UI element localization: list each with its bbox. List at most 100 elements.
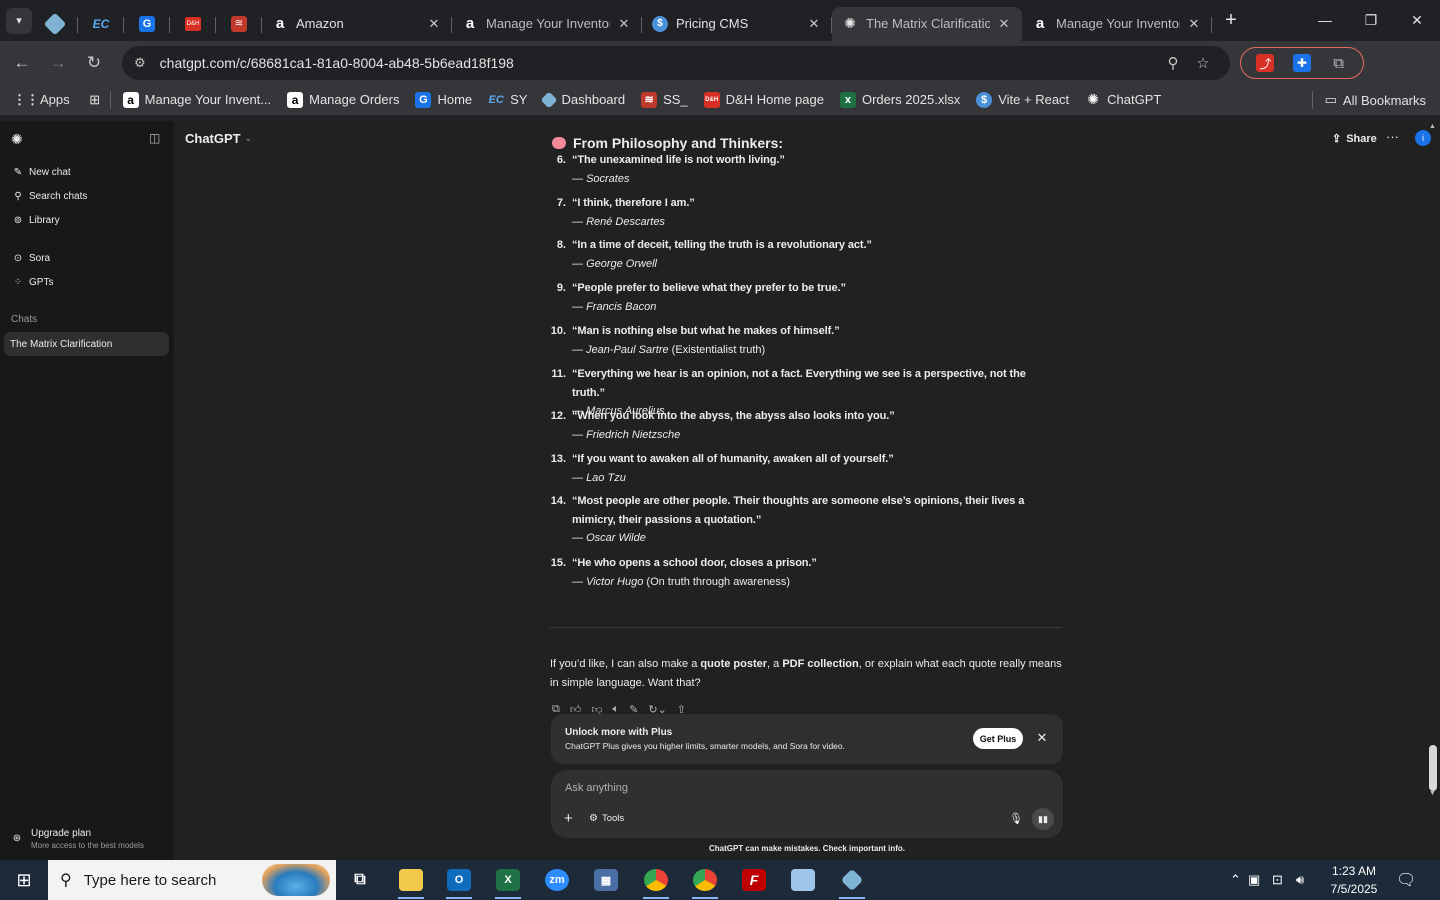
close-tab-icon[interactable]: ✕: [806, 16, 822, 32]
back-icon[interactable]: ←: [4, 47, 40, 79]
tab-groups-icon[interactable]: ⊞: [86, 92, 104, 108]
taskbar-chrome[interactable]: [633, 860, 679, 900]
scroll-down-arrow-icon[interactable]: ▼: [1429, 790, 1436, 797]
chatgpt-logo-icon[interactable]: ✺: [11, 131, 23, 148]
bookmark-vite-react[interactable]: $ Vite + React: [976, 91, 1069, 108]
taskbar-zoom[interactable]: zm: [534, 860, 580, 900]
bookmark-dh-home[interactable]: D&H D&H Home page: [703, 91, 824, 108]
close-tab-icon[interactable]: ✕: [426, 16, 442, 32]
pinned-tab-5[interactable]: ≋: [216, 7, 262, 41]
close-sidebar-icon[interactable]: ◫: [149, 131, 160, 145]
reload-icon[interactable]: ↻: [76, 47, 112, 79]
pinned-tab-3[interactable]: G: [124, 7, 170, 41]
quote-author-line: — Jean-Paul Sartre (Existentialist truth…: [572, 343, 766, 356]
taskbar-filezilla[interactable]: F: [731, 860, 777, 900]
taskbar-outlook[interactable]: O: [436, 860, 482, 900]
quote-text: “I think, therefore I am.”: [572, 197, 695, 209]
bookmark-apps[interactable]: ⋮⋮ Apps: [13, 91, 70, 108]
bookmark-chatgpt[interactable]: ✺ ChatGPT: [1085, 91, 1161, 108]
close-tab-icon[interactable]: ✕: [1186, 16, 1202, 32]
restore-icon[interactable]: ❐: [1348, 0, 1394, 40]
prompt-input[interactable]: Ask anything: [565, 782, 628, 794]
tab-pricing-cms[interactable]: $ Pricing CMS ✕: [642, 7, 832, 41]
tab-manage-inventory[interactable]: a Manage Your Inventor ✕: [452, 7, 642, 41]
microphone-icon[interactable]: 🎙︎: [1009, 812, 1023, 825]
close-tab-icon[interactable]: ✕: [996, 16, 1012, 32]
sidebar-item-sora[interactable]: ⊙ Sora: [12, 252, 50, 264]
close-tab-icon[interactable]: ✕: [616, 16, 632, 32]
url-text[interactable]: chatgpt.com/c/68681ca1-81a0-8004-ab48-5b…: [160, 55, 1158, 71]
chatgpt-icon: ✺: [1087, 91, 1100, 107]
chatgpt-app: ✺ ◫ ✎ New chat ⚲ Search chats ⊚ Library …: [0, 121, 1440, 860]
pdf-extension-icon[interactable]: ⤴: [1256, 54, 1275, 72]
close-icon[interactable]: ✕: [1035, 729, 1049, 747]
site-info-icon[interactable]: ⚙: [134, 55, 146, 71]
volume-icon[interactable]: 🔊︎: [1296, 872, 1318, 888]
model-selector[interactable]: ChatGPT ⌄: [185, 131, 252, 146]
tab-matrix-clarification[interactable]: ✺ The Matrix Clarificatio ✕: [832, 6, 1022, 41]
taskbar-excel[interactable]: X: [485, 860, 531, 900]
notification-center-icon[interactable]: 🗨︎: [1396, 870, 1416, 890]
windows-start-icon[interactable]: ⊞: [0, 860, 48, 900]
forward-icon[interactable]: →: [40, 47, 76, 79]
get-plus-button[interactable]: Get Plus: [973, 728, 1023, 749]
close-window-icon[interactable]: ✕: [1394, 0, 1440, 40]
bookmark-manage-orders[interactable]: a Manage Orders: [287, 91, 399, 108]
user-avatar[interactable]: i: [1415, 130, 1431, 146]
more-options-icon[interactable]: ···: [1386, 129, 1399, 144]
chrome-icon: [693, 869, 717, 891]
taskbar-search[interactable]: ⚲ Type here to search: [48, 860, 336, 900]
bookmark-dashboard[interactable]: Dashboard: [540, 91, 625, 108]
zoom-icon[interactable]: ⚲: [1158, 54, 1188, 72]
puzzle-ext-icon[interactable]: ✚: [1292, 54, 1311, 72]
apps-grid-icon: ⋮⋮: [13, 91, 39, 107]
taskbar-notepad[interactable]: [780, 860, 826, 900]
add-attachment-icon[interactable]: +: [564, 810, 573, 827]
taskbar-calculator[interactable]: ▦: [583, 860, 629, 900]
bookmark-home[interactable]: G Home: [415, 91, 472, 108]
taskbar-clock[interactable]: 1:23 AM 7/5/2025: [1322, 862, 1386, 898]
tab-search-dropdown[interactable]: ▾: [6, 7, 32, 34]
address-bar[interactable]: ⚙ chatgpt.com/c/68681ca1-81a0-8004-ab48-…: [122, 46, 1230, 80]
chat-item-matrix-clarification[interactable]: The Matrix Clarification: [4, 332, 169, 356]
network-alert-icon[interactable]: ▣: [1248, 872, 1272, 888]
section-heading: From Philosophy and Thinkers:: [552, 135, 1062, 151]
voice-mode-icon[interactable]: ▮▮: [1032, 808, 1054, 830]
amazon-icon: a: [122, 91, 139, 108]
new-tab-button[interactable]: +: [1216, 9, 1246, 32]
sidebar-item-search-chats[interactable]: ⚲ Search chats: [12, 190, 87, 202]
bookmark-ss[interactable]: ≋ SS_: [641, 91, 688, 108]
network-icon[interactable]: ⊡: [1272, 872, 1296, 888]
taskbar-app-diamond[interactable]: [829, 860, 875, 900]
banner-title: Unlock more with Plus: [565, 727, 673, 738]
quote-text: “Most people are other people. Their tho…: [572, 495, 1025, 526]
taskbar-chrome-2[interactable]: [682, 860, 728, 900]
minimize-icon[interactable]: —: [1302, 0, 1348, 40]
scrollbar-thumb[interactable]: [1429, 745, 1437, 791]
bookmark-star-icon[interactable]: ☆: [1188, 54, 1218, 72]
bookmark-manage-inventory[interactable]: a Manage Your Invent...: [122, 91, 271, 108]
tab-amazon[interactable]: a Amazon ✕: [262, 7, 452, 41]
show-hidden-icons-icon[interactable]: ⌃: [1230, 872, 1248, 888]
pinned-tab-2[interactable]: EC: [78, 7, 124, 41]
extensions-icon[interactable]: ⧉: [1330, 54, 1348, 72]
search-highlight-image: [262, 864, 330, 896]
taskbar-file-explorer[interactable]: [388, 860, 434, 900]
tab-title: Manage Your Inventor: [486, 16, 610, 31]
pinned-tab-1[interactable]: [32, 7, 78, 41]
all-bookmarks-button[interactable]: ▭ All Bookmarks: [1300, 91, 1426, 109]
pinned-tab-4[interactable]: D&H: [170, 7, 216, 41]
upgrade-plan-button[interactable]: ⊛ Upgrade plan More access to the best m…: [11, 828, 144, 850]
sidebar-item-gpts[interactable]: ⁘ GPTs: [12, 276, 54, 288]
bookmark-orders-xlsx[interactable]: x Orders 2025.xlsx: [839, 91, 960, 108]
sidebar-item-new-chat[interactable]: ✎ New chat: [12, 166, 71, 178]
tools-button[interactable]: ⚙ Tools: [589, 813, 624, 824]
share-button[interactable]: ⇪ Share: [1332, 132, 1377, 146]
bookmark-sy[interactable]: EC SY: [488, 92, 528, 108]
chatgpt-icon: ✺: [844, 15, 856, 31]
dashboard-icon: [540, 91, 558, 108]
tab-manage-inventory-2[interactable]: a Manage Your Inventor ✕: [1022, 7, 1212, 41]
sidebar-item-library[interactable]: ⊚ Library: [12, 214, 60, 226]
scroll-up-arrow-icon[interactable]: ▲: [1429, 123, 1436, 130]
task-view-button[interactable]: ⧉: [337, 860, 383, 900]
